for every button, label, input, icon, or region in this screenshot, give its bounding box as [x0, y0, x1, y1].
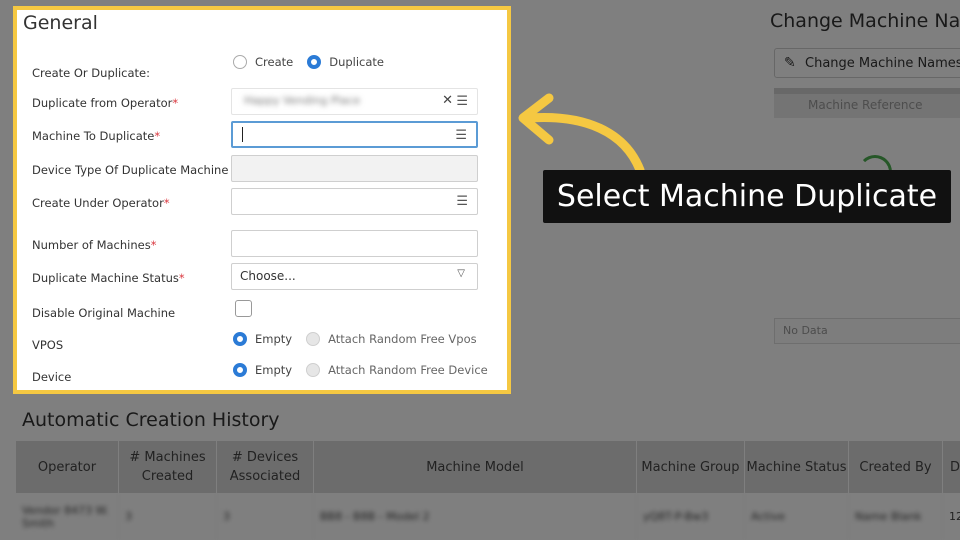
curved-arrow-icon	[518, 93, 645, 175]
device-type-label: Device Type Of Duplicate Machine	[32, 163, 229, 177]
vpos-radios: Empty Attach Random Free Vpos	[233, 332, 491, 346]
device-attach-radio[interactable]	[306, 363, 321, 377]
create-radio[interactable]	[233, 55, 247, 69]
create-under-operator-input[interactable]: ☰	[231, 188, 478, 215]
number-of-machines-row: Number of Machines*	[17, 230, 507, 260]
vpos-attach-radio[interactable]	[306, 332, 321, 346]
list-icon[interactable]: ☰	[456, 194, 468, 209]
device-empty-radio[interactable]	[233, 363, 247, 377]
status-select-value: Choose...	[240, 269, 296, 283]
list-icon[interactable]: ☰	[455, 128, 467, 143]
general-title: General	[23, 12, 98, 34]
duplicate-from-operator-value: Happy Vending Place	[244, 94, 361, 107]
device-attach-label[interactable]: Attach Random Free Device	[328, 363, 488, 377]
disable-original-machine-label: Disable Original Machine	[32, 306, 176, 320]
create-or-duplicate-radios: Create Duplicate	[233, 55, 398, 69]
vpos-label: VPOS	[32, 338, 64, 352]
device-row: Device Empty Attach Random Free Device	[17, 362, 507, 392]
duplicate-machine-status-select[interactable]: Choose... ▽	[231, 263, 478, 290]
number-of-machines-input[interactable]	[231, 230, 478, 257]
vpos-attach-label[interactable]: Attach Random Free Vpos	[328, 332, 477, 346]
clear-icon[interactable]: ✕	[442, 93, 453, 109]
text-caret	[242, 127, 243, 142]
list-icon[interactable]: ☰	[456, 94, 468, 109]
machine-to-duplicate-row: Machine To Duplicate* ☰	[17, 121, 507, 151]
duplicate-from-operator-row: Duplicate from Operator* Happy Vending P…	[17, 88, 507, 118]
create-under-operator-label: Create Under Operator*	[32, 196, 170, 210]
create-radio-label[interactable]: Create	[255, 55, 293, 69]
device-type-input	[231, 155, 478, 182]
device-label: Device	[32, 370, 72, 384]
general-panel: General Create Or Duplicate: Create Dupl…	[13, 6, 511, 394]
disable-original-machine-checkbox[interactable]	[235, 300, 252, 317]
number-of-machines-label: Number of Machines*	[32, 238, 157, 252]
duplicate-from-operator-label: Duplicate from Operator*	[32, 96, 179, 110]
duplicate-radio-label[interactable]: Duplicate	[329, 55, 384, 69]
machine-to-duplicate-label: Machine To Duplicate*	[32, 129, 161, 143]
duplicate-from-operator-input[interactable]: Happy Vending Place ✕ ☰	[231, 88, 478, 115]
disable-original-machine-row: Disable Original Machine	[17, 298, 507, 328]
vpos-empty-radio[interactable]	[233, 332, 247, 346]
create-or-duplicate-label: Create Or Duplicate:	[32, 66, 150, 80]
device-type-row: Device Type Of Duplicate Machine	[17, 155, 507, 185]
create-under-operator-row: Create Under Operator* ☰	[17, 188, 507, 218]
create-or-duplicate-row: Create Or Duplicate: Create Duplicate	[17, 55, 507, 88]
duplicate-radio[interactable]	[307, 55, 322, 69]
vpos-empty-label[interactable]: Empty	[255, 332, 292, 346]
duplicate-machine-status-row: Duplicate Machine Status* Choose... ▽	[17, 263, 507, 293]
device-radios: Empty Attach Random Free Device	[233, 363, 502, 377]
vpos-row: VPOS Empty Attach Random Free Vpos	[17, 330, 507, 360]
duplicate-machine-status-label: Duplicate Machine Status*	[32, 271, 185, 285]
chevron-down-icon: ▽	[457, 268, 465, 279]
device-empty-label[interactable]: Empty	[255, 363, 292, 377]
machine-to-duplicate-input[interactable]: ☰	[231, 121, 478, 148]
instruction-callout: Select Machine Duplicate	[543, 170, 951, 223]
